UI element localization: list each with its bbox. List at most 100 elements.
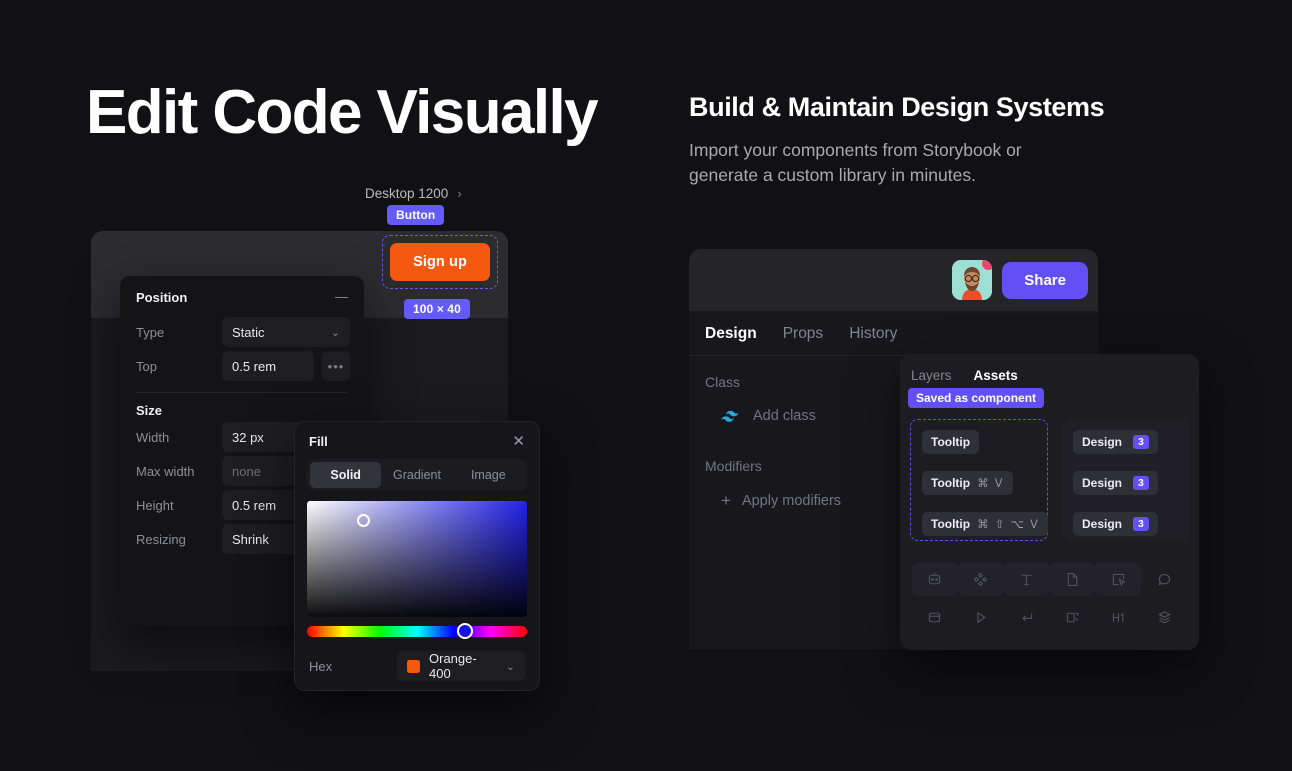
- layers-icon[interactable]: [1141, 600, 1187, 634]
- design-label-1: Design: [1082, 435, 1123, 449]
- robot-icon[interactable]: [912, 562, 958, 596]
- tab-image[interactable]: Image: [453, 462, 524, 488]
- tab-assets[interactable]: Assets: [974, 368, 1018, 383]
- tooltip-item-1[interactable]: Tooltip: [922, 430, 980, 454]
- design-left-column: Class Add class Modifiers + Apply modifi…: [689, 356, 894, 509]
- page-title-right: Build & Maintain Design Systems: [689, 92, 1105, 122]
- notification-dot: [982, 260, 993, 270]
- size-title: Size: [136, 403, 163, 418]
- apply-modifiers-row[interactable]: + Apply modifiers: [705, 474, 894, 509]
- play-icon[interactable]: [958, 600, 1004, 634]
- design-item-2[interactable]: Design 3: [1073, 471, 1158, 495]
- modifiers-section-title: Modifiers: [705, 458, 762, 474]
- chevron-down-icon: ⌄: [330, 326, 340, 339]
- breadcrumb[interactable]: Desktop 1200 ›: [365, 186, 462, 201]
- more-options-icon[interactable]: •••: [322, 351, 350, 381]
- tab-solid[interactable]: Solid: [310, 462, 382, 488]
- label-resizing: Resizing: [136, 531, 186, 547]
- apply-modifiers-label: Apply modifiers: [741, 492, 842, 509]
- tooltip-item-3[interactable]: Tooltip ⌘ ⇧ ⌥ V: [922, 512, 1049, 536]
- plus-icon: +: [721, 491, 731, 510]
- enter-icon[interactable]: [1004, 600, 1050, 634]
- label-width: Width: [136, 429, 170, 445]
- tailwind-icon: [721, 410, 739, 422]
- heading-icon[interactable]: [1095, 600, 1141, 634]
- avatar[interactable]: [952, 260, 993, 300]
- color-swatch: [407, 659, 420, 673]
- design-count-1: 3: [1133, 435, 1149, 449]
- label-top: Top: [136, 358, 157, 374]
- value-top: 0.5 rem: [232, 358, 277, 374]
- tab-design[interactable]: Design: [705, 325, 757, 355]
- assets-tabs: Layers Assets: [900, 354, 1199, 383]
- tab-history[interactable]: History: [849, 325, 897, 355]
- label-max-width: Max width: [136, 463, 195, 479]
- saturation-value-area[interactable]: [307, 501, 527, 617]
- breadcrumb-label: Desktop 1200: [365, 186, 449, 201]
- tooltip-label-1: Tooltip: [931, 435, 971, 449]
- hex-label: Hex: [309, 658, 333, 674]
- design-item-3[interactable]: Design 3: [1073, 512, 1158, 536]
- button-icon[interactable]: [1049, 600, 1095, 634]
- add-class-row[interactable]: Add class: [705, 390, 894, 424]
- app-toolbar: Share: [689, 249, 1098, 311]
- minus-icon[interactable]: [335, 296, 348, 299]
- comment-icon[interactable]: [1141, 562, 1187, 596]
- component-badge: Button: [387, 205, 445, 225]
- fill-header: Fill ✕: [295, 422, 539, 457]
- hex-row: Hex Orange-400 ⌄: [295, 637, 539, 681]
- components-icon[interactable]: [957, 562, 1004, 596]
- divider: [136, 392, 348, 393]
- page-subtitle-right: Import your components from Storybook or…: [689, 140, 1022, 185]
- tooltip-item-2[interactable]: Tooltip ⌘ V: [922, 471, 1013, 495]
- hue-slider[interactable]: [307, 623, 527, 639]
- value-max-width: none: [232, 463, 261, 479]
- page-root: Edit Code Visually Build & Maintain Desi…: [0, 0, 1292, 771]
- signup-button[interactable]: Sign up: [390, 243, 490, 281]
- value-height: 0.5 rem: [232, 497, 277, 513]
- tooltip-label-2: Tooltip: [931, 476, 971, 490]
- share-button[interactable]: Share: [1002, 261, 1088, 299]
- class-section-title: Class: [705, 374, 741, 390]
- tab-layers[interactable]: Layers: [911, 368, 952, 383]
- add-class-label: Add class: [753, 408, 816, 424]
- select-box-icon[interactable]: [1095, 562, 1142, 596]
- chevron-right-icon: ›: [457, 186, 462, 201]
- tooltip-shortcut-3: ⌘ ⇧ ⌥ V: [977, 519, 1040, 531]
- page-title-left: Edit Code Visually: [86, 78, 599, 147]
- input-position-top[interactable]: 0.5 rem: [222, 351, 314, 381]
- asset-toolbar-grid: [912, 562, 1187, 634]
- value-resizing: Shrink: [232, 531, 269, 547]
- sv-handle[interactable]: [357, 514, 370, 527]
- fill-title: Fill: [309, 434, 328, 449]
- select-position-type[interactable]: Static ⌄: [222, 317, 350, 347]
- value-type: Static: [232, 324, 265, 340]
- saved-as-component-badge: Saved as component: [908, 388, 1045, 408]
- page-icon[interactable]: [1049, 562, 1096, 596]
- tab-gradient[interactable]: Gradient: [381, 462, 452, 488]
- close-icon[interactable]: ✕: [512, 434, 525, 449]
- design-label-3: Design: [1082, 517, 1123, 531]
- design-item-1[interactable]: Design 3: [1073, 430, 1158, 454]
- row-position-top: Top 0.5 rem •••: [120, 349, 364, 383]
- design-label-2: Design: [1082, 476, 1123, 490]
- row-position-type: Type Static ⌄: [120, 315, 364, 349]
- chevron-down-icon: ⌄: [505, 660, 515, 673]
- tooltip-label-3: Tooltip: [931, 517, 971, 531]
- label-type: Type: [136, 324, 165, 340]
- tooltip-shortcut-2: ⌘ V: [977, 478, 1004, 490]
- fill-popover: Fill ✕ Solid Gradient Image Hex Orange-4…: [294, 421, 540, 691]
- hex-select[interactable]: Orange-400 ⌄: [397, 651, 525, 681]
- label-height: Height: [136, 497, 174, 513]
- design-count-3: 3: [1133, 517, 1149, 531]
- hex-value: Orange-400: [429, 651, 477, 681]
- design-count-2: 3: [1133, 476, 1149, 490]
- tab-props[interactable]: Props: [783, 325, 824, 355]
- size-badge: 100 × 40: [404, 299, 470, 319]
- position-section-header: Position: [120, 276, 364, 315]
- container-icon[interactable]: [912, 600, 958, 634]
- fill-type-tabs: Solid Gradient Image: [307, 459, 527, 491]
- hue-handle[interactable]: [457, 623, 473, 639]
- position-title: Position: [136, 290, 188, 305]
- text-icon[interactable]: [1003, 562, 1050, 596]
